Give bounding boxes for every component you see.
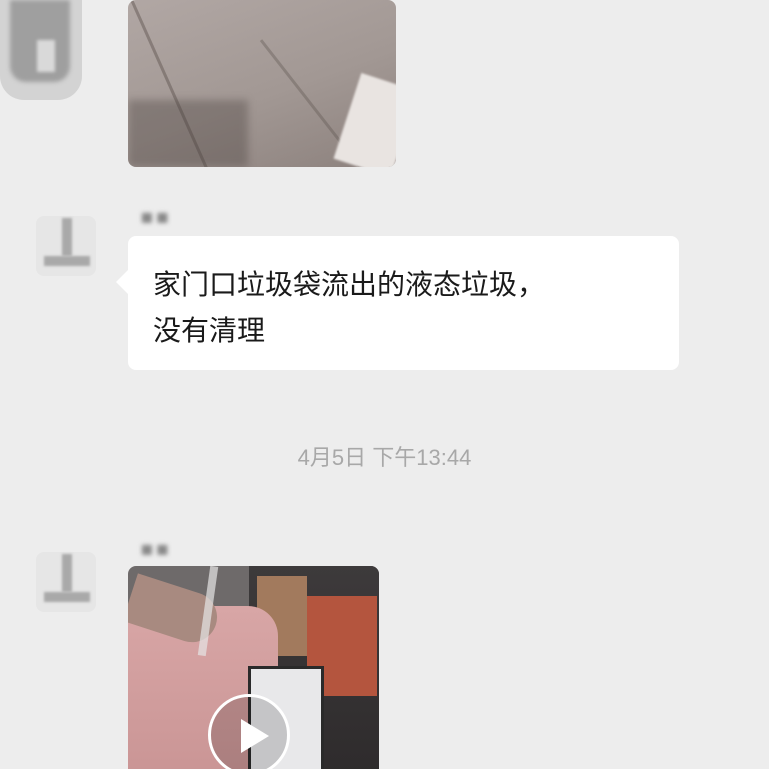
- avatar[interactable]: [0, 0, 82, 100]
- text-message-bubble[interactable]: 家门口垃圾袋流出的液态垃圾， 没有清理: [116, 236, 679, 370]
- chat-screen: ▪▪ 家门口垃圾袋流出的液态垃圾， 没有清理 4月5日 下午13:44 ▪▪: [0, 0, 769, 769]
- avatar[interactable]: [36, 552, 96, 612]
- sender-name: ▪▪: [140, 536, 172, 560]
- avatar[interactable]: [36, 216, 96, 276]
- message-line: 没有清理: [153, 314, 266, 347]
- play-icon[interactable]: [208, 694, 290, 769]
- sender-name: ▪▪: [140, 204, 172, 228]
- image-message[interactable]: [128, 0, 396, 167]
- message-line: 家门口垃圾袋流出的液态垃圾，: [153, 268, 546, 301]
- timestamp: 4月5日 下午13:44: [297, 445, 472, 470]
- video-message[interactable]: [128, 566, 379, 769]
